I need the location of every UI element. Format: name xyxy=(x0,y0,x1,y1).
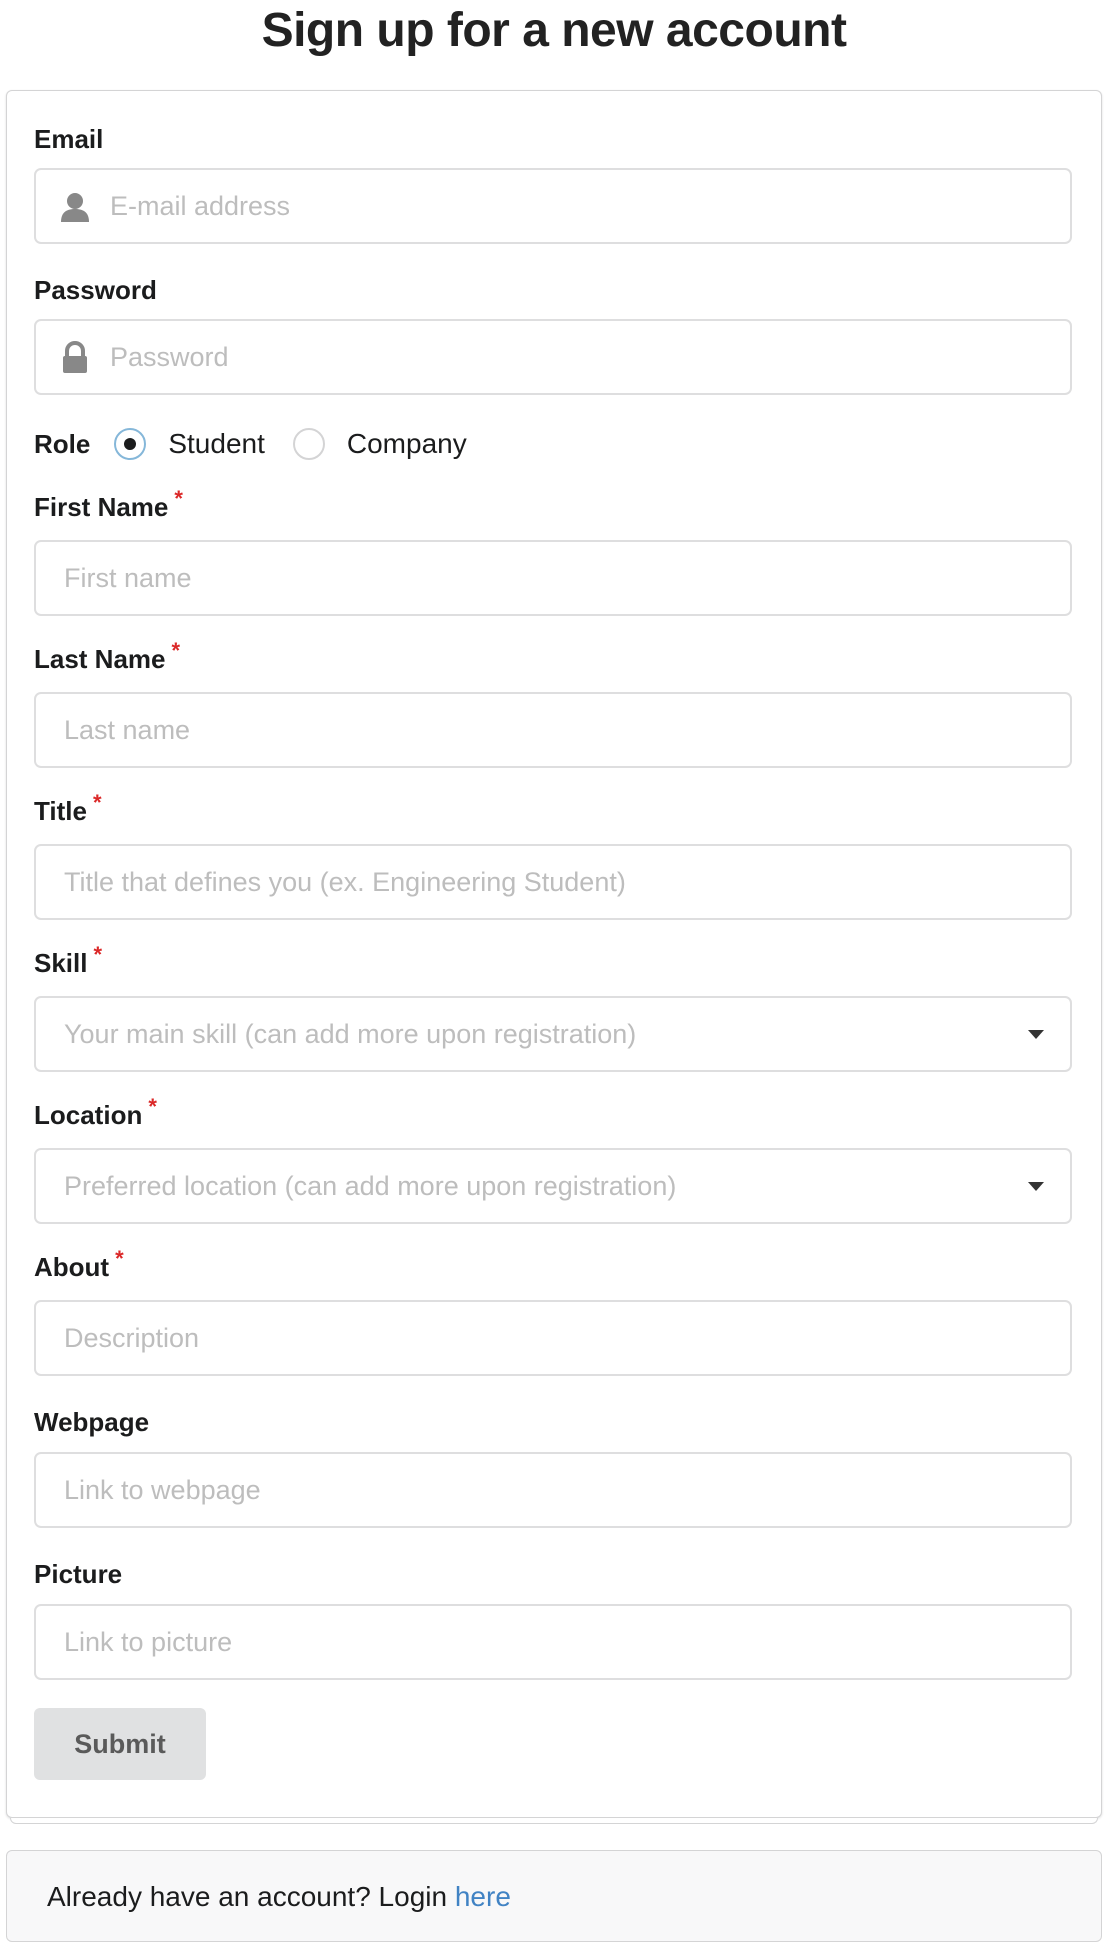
password-input[interactable] xyxy=(36,321,1070,393)
role-company-radio[interactable] xyxy=(292,428,325,460)
picture-label: Picture xyxy=(34,1559,123,1589)
password-label: Password xyxy=(34,275,157,305)
last-name-field-wrapper xyxy=(34,692,1072,768)
webpage-label: Webpage xyxy=(34,1407,150,1437)
role-student-label[interactable]: Student xyxy=(168,428,265,460)
login-prompt: Already have an account? Login here xyxy=(47,1881,511,1912)
skill-dropdown[interactable]: Your main skill (can add more upon regis… xyxy=(34,996,1072,1072)
skill-label: Skill * xyxy=(34,942,103,978)
skill-placeholder: Your main skill (can add more upon regis… xyxy=(64,1019,637,1049)
location-placeholder: Preferred location (can add more upon re… xyxy=(64,1171,677,1201)
form-shadow xyxy=(10,1818,1098,1824)
required-mark: * xyxy=(93,942,103,967)
title-input[interactable] xyxy=(36,846,1070,918)
required-mark: * xyxy=(115,1246,124,1271)
required-mark: * xyxy=(92,790,102,815)
required-mark: * xyxy=(148,1094,157,1119)
picture-field-wrapper xyxy=(34,1604,1072,1680)
login-link[interactable]: here xyxy=(455,1881,511,1912)
location-label: Location * xyxy=(34,1094,157,1130)
email-input[interactable] xyxy=(36,170,1070,242)
email-field-wrapper xyxy=(34,168,1072,244)
about-field-wrapper xyxy=(34,1300,1072,1376)
required-mark: * xyxy=(174,486,183,511)
page-title: Sign up for a new account xyxy=(261,4,847,57)
required-mark: * xyxy=(171,638,181,663)
role-group: Role Student Company xyxy=(34,424,495,464)
email-label: Email xyxy=(34,124,104,154)
webpage-input[interactable] xyxy=(36,1454,1070,1526)
title-label: Title * xyxy=(34,790,102,826)
first-name-field-wrapper xyxy=(34,540,1072,616)
about-input[interactable] xyxy=(36,1302,1070,1374)
submit-button[interactable]: Submit xyxy=(34,1708,206,1780)
login-message: Already have an account? Login here xyxy=(6,1850,1102,1942)
dropdown-icon xyxy=(1028,1182,1044,1191)
last-name-label: Last Name * xyxy=(34,638,181,674)
password-field-wrapper xyxy=(34,319,1072,395)
dropdown-icon xyxy=(1028,1030,1044,1039)
first-name-input[interactable] xyxy=(36,542,1070,614)
title-field-wrapper xyxy=(34,844,1072,920)
role-company-label[interactable]: Company xyxy=(347,428,467,460)
role-label: Role xyxy=(34,428,91,459)
webpage-field-wrapper xyxy=(34,1452,1072,1528)
role-student-radio[interactable] xyxy=(114,428,147,460)
first-name-label: First Name * xyxy=(34,486,183,522)
about-label: About * xyxy=(34,1246,124,1282)
location-dropdown[interactable]: Preferred location (can add more upon re… xyxy=(34,1148,1072,1224)
last-name-input[interactable] xyxy=(36,694,1070,766)
picture-input[interactable] xyxy=(36,1606,1070,1678)
